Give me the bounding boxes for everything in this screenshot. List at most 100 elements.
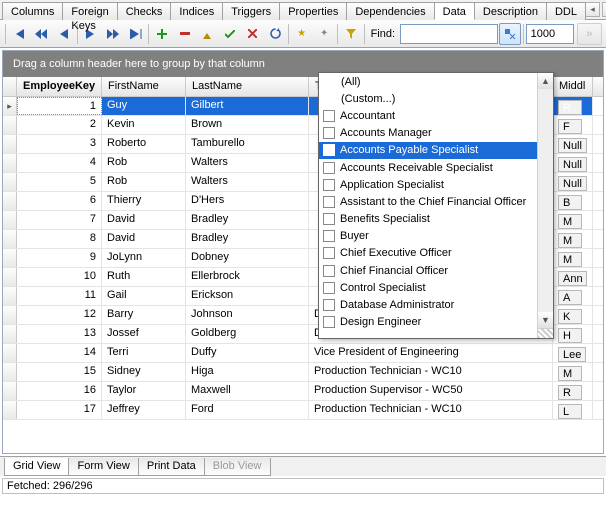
- cell-lastname[interactable]: Higa: [186, 363, 309, 381]
- cell-middlename[interactable]: M: [553, 211, 593, 229]
- cell-firstname[interactable]: Barry: [102, 306, 186, 324]
- scroll-down-icon[interactable]: ▼: [538, 312, 553, 328]
- cell-firstname[interactable]: Roberto: [102, 135, 186, 153]
- tab-foreign-keys[interactable]: Foreign Keys: [62, 2, 117, 20]
- filter-option[interactable]: Chief Executive Officer: [319, 245, 537, 262]
- cell-lastname[interactable]: Ford: [186, 401, 309, 419]
- filter-checkbox[interactable]: [323, 110, 335, 122]
- tab-triggers[interactable]: Triggers: [222, 2, 280, 20]
- cell-middlename[interactable]: H: [553, 325, 593, 343]
- cell-lastname[interactable]: Walters: [186, 154, 309, 172]
- column-header-middlename[interactable]: Middl: [553, 77, 593, 96]
- filter-checkbox[interactable]: [323, 316, 335, 328]
- cell-firstname[interactable]: JoLynn: [102, 249, 186, 267]
- cell-lastname[interactable]: Erickson: [186, 287, 309, 305]
- cell-middlename[interactable]: L: [553, 401, 593, 419]
- post-edit-icon[interactable]: [219, 23, 241, 45]
- tab-data[interactable]: Data: [434, 2, 475, 20]
- filter-option[interactable]: Benefits Specialist: [319, 211, 537, 228]
- cell-lastname[interactable]: Duffy: [186, 344, 309, 362]
- cell-firstname[interactable]: Sidney: [102, 363, 186, 381]
- cell-employeekey[interactable]: 6: [17, 192, 102, 210]
- cell-employeekey[interactable]: 13: [17, 325, 102, 343]
- cell-middlename[interactable]: M: [553, 249, 593, 267]
- cell-middlename[interactable]: A: [553, 287, 593, 305]
- cell-middlename[interactable]: Null: [553, 135, 593, 153]
- filter-checkbox[interactable]: [323, 144, 335, 156]
- table-row[interactable]: 14TerriDuffyVice President of Engineerin…: [3, 344, 603, 363]
- cell-lastname[interactable]: Dobney: [186, 249, 309, 267]
- filter-option[interactable]: Accounts Manager: [319, 125, 537, 142]
- cell-firstname[interactable]: Guy: [102, 97, 186, 115]
- filter-checkbox[interactable]: [323, 213, 335, 225]
- cell-middlename[interactable]: B: [553, 192, 593, 210]
- cell-lastname[interactable]: Brown: [186, 116, 309, 134]
- table-row[interactable]: 15SidneyHigaProduction Technician - WC10…: [3, 363, 603, 382]
- cell-middlename[interactable]: Ann: [553, 268, 593, 286]
- cell-middlename[interactable]: Null: [553, 154, 593, 172]
- cell-employeekey[interactable]: 2: [17, 116, 102, 134]
- go-button[interactable]: »: [577, 23, 602, 45]
- cell-lastname[interactable]: Goldberg: [186, 325, 309, 343]
- cell-firstname[interactable]: David: [102, 230, 186, 248]
- filter-option[interactable]: Assistant to the Chief Financial Officer: [319, 193, 537, 210]
- cell-lastname[interactable]: Bradley: [186, 211, 309, 229]
- filter-checkbox[interactable]: [323, 282, 335, 294]
- bookmark-goto-icon[interactable]: ✦: [313, 23, 335, 45]
- cell-title[interactable]: Production Technician - WC10: [309, 363, 553, 381]
- nav-first-icon[interactable]: [8, 23, 30, 45]
- nav-prev-page-icon[interactable]: [31, 23, 53, 45]
- cell-middlename[interactable]: F: [553, 116, 593, 134]
- cell-lastname[interactable]: Bradley: [186, 230, 309, 248]
- tab-description[interactable]: Description: [474, 2, 547, 20]
- bookmark-icon[interactable]: ★: [291, 23, 313, 45]
- filter-checkbox[interactable]: [323, 265, 335, 277]
- cell-firstname[interactable]: Rob: [102, 154, 186, 172]
- cell-employeekey[interactable]: 5: [17, 173, 102, 191]
- cell-employeekey[interactable]: 10: [17, 268, 102, 286]
- filter-checkbox[interactable]: [323, 299, 335, 311]
- cell-firstname[interactable]: Kevin: [102, 116, 186, 134]
- filter-checkbox[interactable]: [323, 247, 335, 259]
- cell-employeekey[interactable]: 7: [17, 211, 102, 229]
- cell-lastname[interactable]: Ellerbrock: [186, 268, 309, 286]
- filter-option[interactable]: Buyer: [319, 228, 537, 245]
- cell-lastname[interactable]: Gilbert: [186, 97, 309, 115]
- column-header-lastname[interactable]: LastName: [186, 77, 309, 96]
- cell-firstname[interactable]: Jossef: [102, 325, 186, 343]
- filter-checkbox[interactable]: [323, 179, 335, 191]
- cell-lastname[interactable]: Tamburello: [186, 135, 309, 153]
- tab-properties[interactable]: Properties: [279, 2, 347, 20]
- bottom-tab-form-view[interactable]: Form View: [68, 458, 138, 476]
- edit-row-icon[interactable]: [197, 23, 219, 45]
- tab-ddl[interactable]: DDL: [546, 2, 586, 20]
- tab-dependencies[interactable]: Dependencies: [346, 2, 434, 20]
- resize-grip-icon[interactable]: [538, 328, 553, 338]
- cell-middlename[interactable]: R: [553, 382, 593, 400]
- bottom-tab-grid-view[interactable]: Grid View: [4, 458, 69, 476]
- cell-middlename[interactable]: M: [553, 230, 593, 248]
- cell-employeekey[interactable]: 16: [17, 382, 102, 400]
- cell-middlename[interactable]: Lee: [553, 344, 593, 362]
- tab-scroll-left[interactable]: ◂: [585, 2, 600, 17]
- filter-option[interactable]: Accounts Payable Specialist: [319, 142, 537, 159]
- filter-option[interactable]: Chief Financial Officer: [319, 262, 537, 279]
- record-limit-input[interactable]: [526, 24, 574, 44]
- filter-option-special[interactable]: (All): [319, 73, 537, 90]
- dropdown-scrollbar[interactable]: ▲ ▼: [537, 73, 553, 338]
- filter-option[interactable]: Control Specialist: [319, 279, 537, 296]
- cell-lastname[interactable]: Walters: [186, 173, 309, 191]
- cell-title[interactable]: Vice President of Engineering: [309, 344, 553, 362]
- column-header-employeekey[interactable]: EmployeeKey: [17, 77, 102, 96]
- find-options-icon[interactable]: [499, 23, 521, 45]
- cell-firstname[interactable]: Rob: [102, 173, 186, 191]
- cell-middlename[interactable]: Null: [553, 173, 593, 191]
- nav-next-page-icon[interactable]: [102, 23, 124, 45]
- cell-employeekey[interactable]: 15: [17, 363, 102, 381]
- find-input[interactable]: [400, 24, 498, 44]
- cell-employeekey[interactable]: 11: [17, 287, 102, 305]
- nav-last-icon[interactable]: [125, 23, 147, 45]
- cell-middlename[interactable]: M: [553, 363, 593, 381]
- tab-checks[interactable]: Checks: [117, 2, 172, 20]
- cell-firstname[interactable]: Terri: [102, 344, 186, 362]
